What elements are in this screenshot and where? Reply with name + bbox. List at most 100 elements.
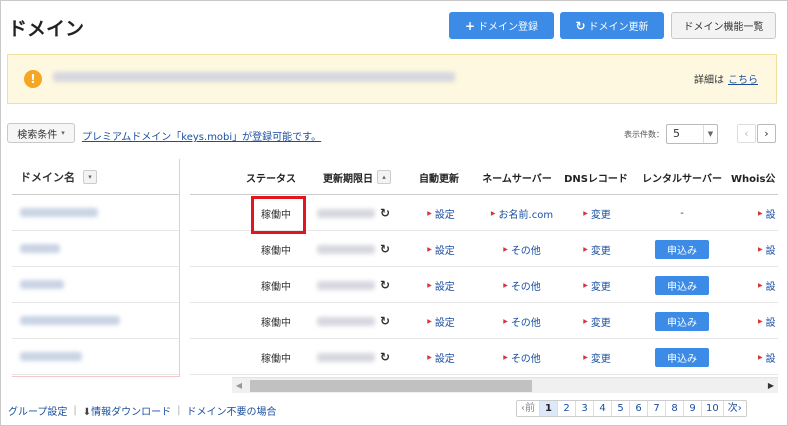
dns-label: 変更 <box>590 317 611 329</box>
rental-apply-button[interactable]: 申込み <box>655 347 709 367</box>
triangle-icon: ▶ <box>583 317 588 325</box>
page-number[interactable]: 7 <box>648 401 666 416</box>
dns-link[interactable]: ▶ 変更 <box>570 303 624 339</box>
expiry-sort[interactable]: ▴ <box>376 159 392 195</box>
rental-apply-button[interactable]: 申込み <box>655 239 709 259</box>
search-filter-button[interactable]: 検索条件 ▾ <box>7 123 75 143</box>
notice-banner: ! 詳細は こちら <box>7 54 777 104</box>
domain-features-label: ドメイン機能一覧 <box>683 22 764 33</box>
refresh-icon[interactable]: ↻ <box>378 231 392 267</box>
per-page-label: 表示件数： <box>624 130 664 139</box>
nameserver-link[interactable]: ▶ その他 <box>486 339 558 375</box>
domain-name-cell[interactable] <box>12 303 179 339</box>
triangle-icon: ▶ <box>427 353 432 361</box>
register-domain-button[interactable]: + ドメイン登録 <box>449 12 554 39</box>
footer-links: グループ設定 | ⬇情報ダウンロード | ドメイン不要の場合 <box>8 403 277 418</box>
update-domain-button[interactable]: ↻ ドメイン更新 <box>560 12 664 39</box>
triangle-icon: ▶ <box>427 209 432 217</box>
dns-link[interactable]: ▶ 変更 <box>570 267 624 303</box>
page-number[interactable]: 5 <box>612 401 630 416</box>
domain-name-cell[interactable] <box>12 195 179 231</box>
divider: | <box>177 405 181 416</box>
blurred-domain-name <box>20 352 82 361</box>
triangle-icon: ▶ <box>758 209 763 217</box>
triangle-icon: ▶ <box>503 281 508 289</box>
nameserver-link[interactable]: ▶ その他 <box>486 231 558 267</box>
whois-link[interactable]: ▶ 設 <box>758 303 778 339</box>
dns-link[interactable]: ▶ 変更 <box>570 195 624 231</box>
table-row: 稼働中 ↻ ▶ 設定 ▶ その他 ▶ 変更 申込み ▶ 設 <box>190 231 778 267</box>
page-number[interactable]: 6 <box>630 401 648 416</box>
premium-domain-link[interactable]: プレミアムドメイン「keys.mobi」が登録可能です。 <box>82 128 321 143</box>
nameserver-link[interactable]: ▶ その他 <box>486 267 558 303</box>
triangle-icon: ▶ <box>427 317 432 325</box>
triangle-icon: ▶ <box>758 281 763 289</box>
blurred-domain-name <box>20 280 64 289</box>
sort-icon[interactable]: ▾ <box>83 169 97 184</box>
scroll-left-icon[interactable]: ◀ <box>232 378 246 393</box>
dns-link[interactable]: ▶ 変更 <box>570 339 624 375</box>
whois-label: 設 <box>765 317 776 329</box>
autorenew-link[interactable]: ▶ 設定 <box>416 339 466 375</box>
page-number[interactable]: 3 <box>576 401 594 416</box>
triangle-icon: ▶ <box>758 353 763 361</box>
page-next-arrow[interactable]: › <box>757 124 776 143</box>
scroll-right-icon[interactable]: ▶ <box>764 378 778 393</box>
page-number[interactable]: 10 <box>702 401 724 416</box>
blurred-date <box>317 244 375 254</box>
scrollbar-thumb[interactable] <box>250 380 532 392</box>
autorenew-label: 設定 <box>434 209 455 221</box>
status-header: ステータス <box>246 173 296 185</box>
domain-name-cell[interactable] <box>12 339 179 375</box>
pagination-next[interactable]: 次› <box>724 401 746 416</box>
blurred-domain-name <box>20 244 60 253</box>
domain-name-cell[interactable] <box>12 267 179 303</box>
whois-link[interactable]: ▶ 設 <box>758 267 778 303</box>
unneeded-domain-link[interactable]: ドメイン不要の場合 <box>187 403 277 418</box>
refresh-icon[interactable]: ↻ <box>378 195 392 231</box>
autorenew-link[interactable]: ▶ 設定 <box>416 231 466 267</box>
page-number[interactable]: 2 <box>558 401 576 416</box>
domain-table: ステータス 更新期限日 ▴ 自動更新 ネームサーバー DNSレコード レンタルサ… <box>190 159 778 377</box>
nameserver-link[interactable]: ▶ その他 <box>486 303 558 339</box>
download-link[interactable]: ⬇情報ダウンロード <box>83 403 171 418</box>
dns-label: 変更 <box>590 281 611 293</box>
rental-apply-button[interactable]: 申込み <box>655 311 709 331</box>
pagination-prev[interactable]: ‹前 <box>517 401 540 416</box>
horizontal-scrollbar[interactable]: ◀ ▶ <box>232 377 778 393</box>
autorenew-link[interactable]: ▶ 設定 <box>416 195 466 231</box>
refresh-icon[interactable]: ↻ <box>378 339 392 375</box>
expiry-cell <box>314 267 378 303</box>
whois-label: 設 <box>765 353 776 365</box>
refresh-icon[interactable]: ↻ <box>378 303 392 339</box>
page-number[interactable]: 8 <box>666 401 684 416</box>
sort-up-icon[interactable]: ▴ <box>377 170 391 184</box>
autorenew-link[interactable]: ▶ 設定 <box>416 267 466 303</box>
refresh-icon: ↻ <box>575 18 586 33</box>
whois-link[interactable]: ▶ 設 <box>758 339 778 375</box>
page-number[interactable]: 9 <box>684 401 702 416</box>
autorenew-link[interactable]: ▶ 設定 <box>416 303 466 339</box>
dns-link[interactable]: ▶ 変更 <box>570 231 624 267</box>
detail-link[interactable]: こちら <box>728 75 758 86</box>
page-number[interactable]: 1 <box>540 401 558 416</box>
whois-link[interactable]: ▶ 設 <box>758 195 778 231</box>
whois-link[interactable]: ▶ 設 <box>758 231 778 267</box>
page-title: ドメイン <box>8 18 85 40</box>
autorenew-label: 設定 <box>434 317 455 329</box>
page-number[interactable]: 4 <box>594 401 612 416</box>
autorenew-header: 自動更新 <box>419 173 459 185</box>
per-page-select[interactable]: 5 ▼ <box>666 124 718 144</box>
status-cell: 稼働中 <box>261 317 291 329</box>
nameserver-link[interactable]: ▶ お名前.com <box>486 195 558 231</box>
page-prev-arrow[interactable]: ‹ <box>737 124 756 143</box>
rental-apply-button[interactable]: 申込み <box>655 275 709 295</box>
divider: | <box>73 405 77 416</box>
expiry-cell <box>314 195 378 231</box>
refresh-icon[interactable]: ↻ <box>378 267 392 303</box>
expiry-header: 更新期限日 <box>323 173 373 185</box>
blurred-date <box>317 208 375 218</box>
domain-features-button[interactable]: ドメイン機能一覧 <box>671 12 776 39</box>
group-settings-link[interactable]: グループ設定 <box>8 403 67 418</box>
domain-name-cell[interactable] <box>12 231 179 267</box>
